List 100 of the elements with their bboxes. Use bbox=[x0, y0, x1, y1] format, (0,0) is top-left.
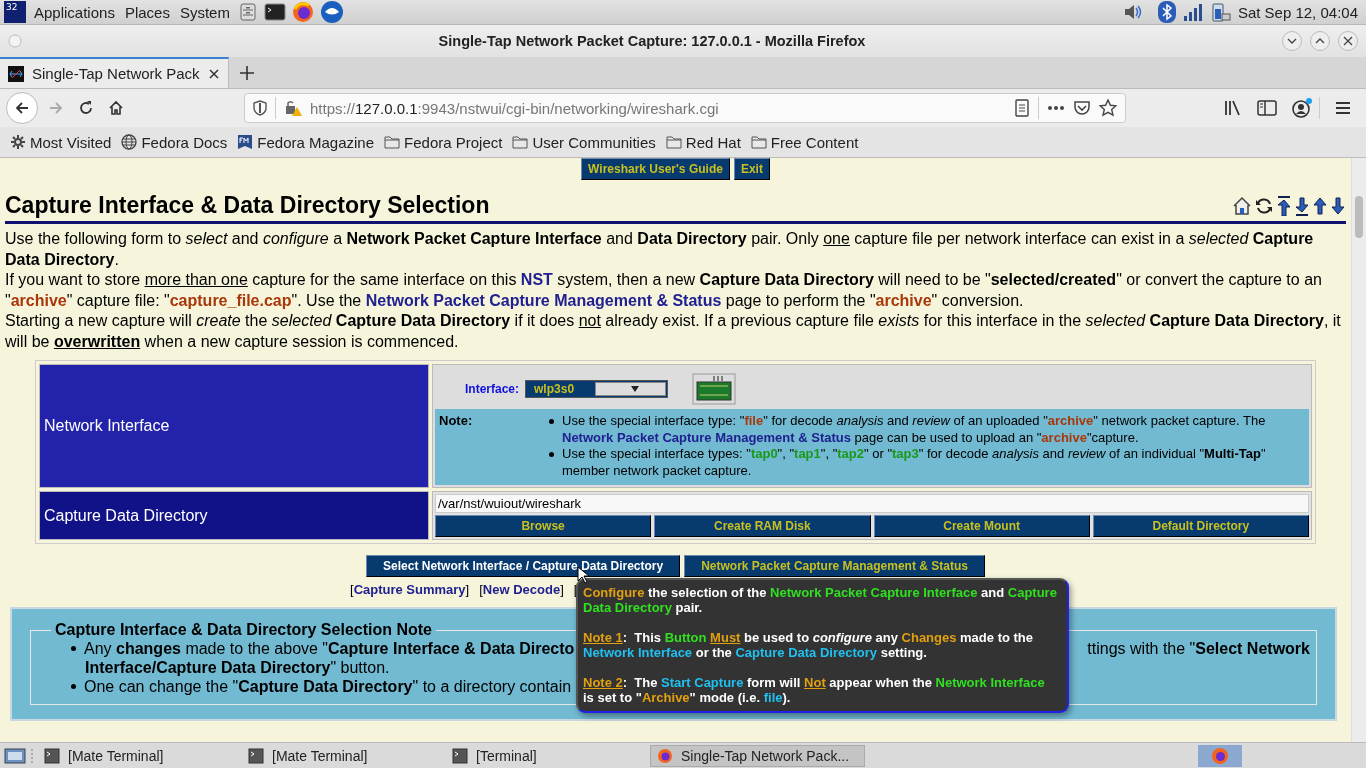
plus-icon bbox=[238, 64, 255, 81]
library-icon[interactable] bbox=[1223, 99, 1243, 117]
account-icon[interactable] bbox=[1291, 98, 1313, 118]
home-icon bbox=[108, 100, 124, 116]
reader-view-icon[interactable] bbox=[1014, 99, 1030, 117]
firefox-icon bbox=[657, 747, 673, 764]
back-button[interactable] bbox=[6, 92, 38, 124]
browser-tab[interactable]: Single-Tap Network Pack bbox=[0, 57, 229, 88]
bookmark-item[interactable]: Red Hat bbox=[665, 133, 741, 151]
bookmark-item[interactable]: Most Visited bbox=[10, 133, 112, 151]
terminal-icon bbox=[248, 747, 264, 764]
star-icon[interactable] bbox=[1099, 99, 1117, 117]
show-desktop-icon[interactable] bbox=[4, 746, 26, 765]
bird-globe-icon[interactable] bbox=[319, 0, 344, 24]
arrow-to-bottom-icon[interactable] bbox=[1294, 195, 1310, 216]
distro-logo[interactable]: 32 bbox=[4, 1, 26, 23]
row-label: Network Interface bbox=[39, 364, 429, 488]
directory-button[interactable]: Default Directory bbox=[1092, 515, 1309, 537]
tooltip-text: Note 1: This Button Must be used to configure any Changes made to the Network Interface or the Capture Data Directory setting. bbox=[583, 630, 1035, 660]
firefox-tray-button[interactable] bbox=[1198, 744, 1242, 767]
bracket-text: [ bbox=[479, 582, 483, 597]
directory-field[interactable]: /var/nst/wuiout/wireshark bbox=[435, 494, 1309, 513]
note-text: Interface/Capture Data Directory" button. bbox=[85, 658, 390, 677]
bracket-text: [ bbox=[350, 582, 354, 597]
menu-button[interactable]: System bbox=[177, 3, 232, 21]
home-icon[interactable] bbox=[1232, 195, 1252, 216]
interface-dropdown[interactable]: wlp3s0 bbox=[525, 380, 669, 398]
window-title: Single-Tap Network Packet Capture: 127.0.0.1 - Mozilla Firefox bbox=[437, 33, 867, 49]
list-bullet bbox=[71, 646, 76, 651]
note-legend: Capture Interface & Data Directory Selection Note bbox=[51, 621, 436, 639]
clock-text[interactable]: Sat Sep 12, 04:04 bbox=[1237, 3, 1362, 21]
note-text: Use the special interface types: "tap0", "tap1", "tap2" or "tap3" for decode analysis and review of an individual "Multi-Tap" member network packet capture. bbox=[562, 446, 1267, 479]
firefox-icon[interactable] bbox=[291, 1, 314, 23]
lock-warning-icon[interactable] bbox=[284, 99, 302, 117]
more-dots-icon[interactable] bbox=[1047, 105, 1065, 111]
arrow-to-top-icon[interactable] bbox=[1276, 195, 1292, 216]
shield-icon[interactable] bbox=[253, 100, 267, 116]
action-button[interactable]: Select Network Interface / Capture Data Directory bbox=[366, 555, 681, 577]
arrow-down-icon[interactable] bbox=[1330, 195, 1346, 216]
note-label: Note: bbox=[439, 413, 474, 430]
directory-button[interactable]: Create RAM Disk bbox=[654, 515, 871, 537]
taskbar-item[interactable]: [Mate Terminal] bbox=[38, 744, 238, 767]
list-bullet bbox=[71, 684, 76, 689]
close-icon[interactable] bbox=[207, 67, 220, 80]
arrow-up-icon[interactable] bbox=[1312, 195, 1328, 216]
bracket-text: ] bbox=[465, 582, 470, 597]
field-label: Interface: bbox=[465, 382, 520, 396]
grip-icon bbox=[30, 746, 34, 765]
battery-plug-icon[interactable] bbox=[1209, 1, 1232, 23]
menu-icon[interactable] bbox=[1334, 100, 1352, 116]
directory-button[interactable]: Browse bbox=[435, 515, 652, 537]
list-bullet bbox=[549, 419, 554, 424]
pocket-icon[interactable] bbox=[1073, 100, 1091, 116]
taskbar-item[interactable]: Single-Tap Network Pack... bbox=[650, 744, 865, 767]
arrow-left-icon bbox=[14, 100, 30, 116]
bookmark-item[interactable]: Fedora Docs bbox=[121, 133, 228, 151]
gear-icon bbox=[10, 134, 26, 150]
page-heading: Capture Interface & Data Directory Selection bbox=[5, 192, 491, 219]
network-favicon-icon bbox=[8, 65, 24, 82]
sidebar-icon[interactable] bbox=[1257, 99, 1277, 117]
intro-text: Starting a new capture will create the selected Capture Data Directory if it does not already exist. If a previous capture file exists for this interface in the selected Capture Data Directory, it will be overwritten when a new capture session is commenced. bbox=[5, 311, 1342, 352]
file-cabinet-icon[interactable] bbox=[237, 2, 258, 22]
directory-button[interactable]: Create Mount bbox=[873, 515, 1090, 537]
bookmark-fm-icon bbox=[237, 134, 254, 150]
taskbar-item[interactable]: [Mate Terminal] bbox=[242, 744, 442, 767]
row-label: Capture Data Directory bbox=[39, 491, 429, 540]
dropdown-caret-icon bbox=[630, 386, 639, 392]
action-button[interactable]: Network Packet Capture Management & Status bbox=[684, 555, 985, 577]
taskbar-item[interactable]: [Terminal] bbox=[446, 744, 646, 767]
note-text: Any changes made to the above "Capture Interface & Data Directo bbox=[84, 639, 575, 658]
note-text: Use the special interface type: "file" for decode analysis and review of an uploaded "archive" network packet capture. The Network Packet Capture Management & Status page can be used to upload an "archive"capture. bbox=[562, 413, 1267, 446]
bluetooth-icon[interactable] bbox=[1157, 1, 1176, 23]
arrow-right-icon bbox=[48, 100, 64, 116]
bookmark-item[interactable]: Fedora Magazine bbox=[237, 133, 375, 151]
close-button[interactable] bbox=[1338, 31, 1358, 51]
nav-button[interactable]: Wireshark User's Guide bbox=[581, 158, 730, 180]
folder-icon bbox=[512, 134, 529, 150]
menu-button[interactable]: Places bbox=[122, 3, 172, 21]
network-card-icon[interactable] bbox=[692, 373, 737, 405]
refresh-icon[interactable] bbox=[1254, 195, 1274, 216]
note-text: ttings with the "Select Network bbox=[1087, 639, 1310, 658]
bracket-text: ] bbox=[560, 582, 564, 597]
tooltip-text: Note 2: The Start Capture form will Not appear when the Network Interface is set to "Archive" mode (i.e. file). bbox=[583, 675, 1046, 705]
list-bullet bbox=[549, 452, 554, 457]
scrollbar[interactable] bbox=[1351, 158, 1366, 743]
nav-button[interactable]: Exit bbox=[733, 158, 770, 180]
menu-button[interactable]: Applications bbox=[32, 3, 117, 21]
folder-icon bbox=[750, 134, 767, 150]
signal-bars-icon[interactable] bbox=[1181, 2, 1204, 22]
terminal-icon[interactable] bbox=[263, 2, 286, 22]
intro-text: If you want to store more than one capture for the same interface on this NST system, then a new Capture Data Directory will need to be "selected/created" or convert the capture to an "archive" capture file: "capture_file.cap". Use the Network Packet Capture Management & Status page to perform the "archive" conversion. bbox=[5, 270, 1323, 311]
address-field[interactable]: https://127.0.0.1:9943/nstwui/cgi-bin/networking/wireshark.cgi bbox=[244, 93, 1126, 123]
bookmark-item[interactable]: Free Content bbox=[750, 133, 859, 151]
note-text: One can change the "Capture Data Directory" to a directory contain bbox=[84, 677, 572, 696]
bookmark-item[interactable]: User Communities bbox=[512, 133, 656, 151]
terminal-icon bbox=[452, 747, 468, 764]
reload-icon bbox=[78, 100, 94, 116]
bookmark-item[interactable]: Fedora Project bbox=[384, 133, 503, 151]
folder-icon bbox=[384, 134, 401, 150]
intro-text: Use the following form to select and configure a Network Packet Capture Interface and Data Directory pair. Only one capture file per network interface can exist in a selected Capture Data Directory. bbox=[5, 229, 1315, 270]
